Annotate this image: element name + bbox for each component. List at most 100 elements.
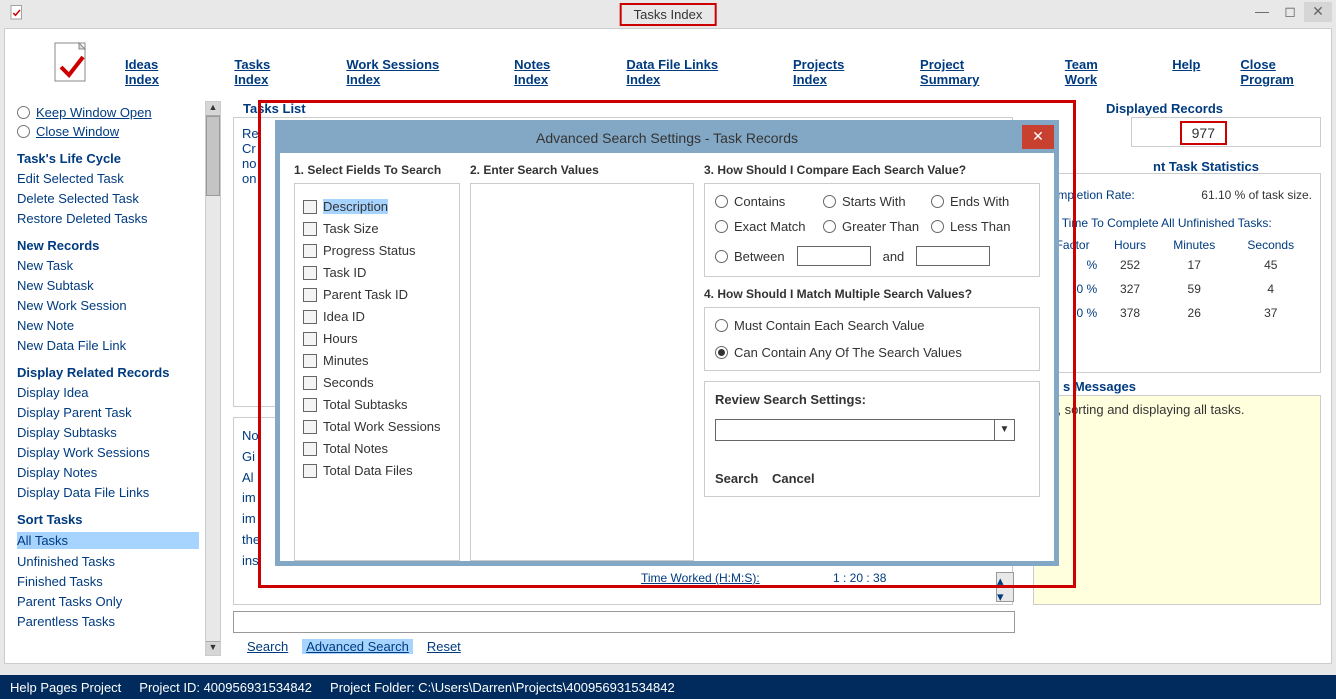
statusbar: Help Pages Project Project ID: 400956931… — [0, 675, 1336, 699]
menu-notes-index[interactable]: Notes Index — [514, 57, 586, 87]
dialog-search-button[interactable]: Search — [715, 471, 758, 486]
delete-selected-task[interactable]: Delete Selected Task — [17, 191, 199, 206]
display-idea[interactable]: Display Idea — [17, 385, 199, 400]
compare-between[interactable] — [715, 250, 728, 263]
status-help[interactable]: Help Pages Project — [10, 680, 121, 695]
scroll-thumb[interactable] — [206, 116, 220, 196]
field-total-subtasks[interactable]: Total Subtasks — [303, 397, 451, 412]
messages-box: ing, sorting and displaying all tasks. — [1033, 395, 1321, 605]
search-link[interactable]: Search — [247, 639, 288, 654]
messages-text: ing, sorting and displaying all tasks. — [1040, 402, 1245, 417]
tasks-list-label: Tasks List — [243, 101, 306, 116]
life-cycle-head: Task's Life Cycle — [17, 151, 199, 166]
field-task-id[interactable]: Task ID — [303, 265, 451, 280]
restore-deleted-tasks[interactable]: Restore Deleted Tasks — [17, 211, 199, 226]
dialog-title: Advanced Search Settings - Task Records — [280, 125, 1054, 153]
search-values-box[interactable] — [470, 183, 694, 561]
window-close-button[interactable]: ✕ — [1304, 2, 1332, 22]
edit-selected-task[interactable]: Edit Selected Task — [17, 171, 199, 186]
keep-window-open-radio[interactable]: Keep Window Open — [17, 105, 199, 120]
between-to-input[interactable] — [916, 246, 990, 266]
maximize-button[interactable]: ◻ — [1276, 2, 1304, 22]
close-window-radio[interactable]: Close Window — [17, 124, 199, 139]
new-records-head: New Records — [17, 238, 199, 253]
stats-table: FactorHoursMinutesSeconds %2521745 0 %32… — [1042, 236, 1312, 326]
left-scrollbar[interactable]: ▲ ▼ — [205, 101, 221, 656]
field-total-notes[interactable]: Total Notes — [303, 441, 451, 456]
menu-project-summary[interactable]: Project Summary — [920, 57, 1025, 87]
match-can-contain[interactable]: Can Contain Any Of The Search Values — [715, 345, 1029, 360]
field-total-work-sessions[interactable]: Total Work Sessions — [303, 419, 451, 434]
sort-all-tasks[interactable]: All Tasks — [17, 532, 199, 549]
advanced-search-dialog: Advanced Search Settings - Task Records … — [275, 120, 1059, 566]
new-subtask[interactable]: New Subtask — [17, 278, 199, 293]
menu-tasks-index[interactable]: Tasks Index — [234, 57, 306, 87]
dialog-close-button[interactable]: ✕ — [1022, 125, 1054, 149]
stats-row: 0 %3782637 — [1044, 302, 1310, 324]
time-worked-value: 1 : 20 : 38 — [833, 571, 886, 585]
display-subtasks[interactable]: Display Subtasks — [17, 425, 199, 440]
field-idea-id[interactable]: Idea ID — [303, 309, 451, 324]
menu-close-program[interactable]: Close Program — [1240, 57, 1331, 87]
sort-parentless-tasks[interactable]: Parentless Tasks — [17, 614, 199, 629]
app-icon — [8, 4, 26, 22]
menu-ideas-index[interactable]: Ideas Index — [125, 57, 194, 87]
new-note[interactable]: New Note — [17, 318, 199, 333]
menu-help[interactable]: Help — [1172, 57, 1200, 87]
compare-less-than[interactable]: Less Than — [931, 219, 1029, 234]
compare-greater-than[interactable]: Greater Than — [823, 219, 921, 234]
dialog-cancel-button[interactable]: Cancel — [772, 471, 815, 486]
estimated-label: ted Time To Complete All Unfinished Task… — [1042, 216, 1312, 230]
menu-work-sessions-index[interactable]: Work Sessions Index — [346, 57, 474, 87]
menu-projects-index[interactable]: Projects Index — [793, 57, 880, 87]
step2-label: 2. Enter Search Values — [470, 163, 694, 177]
display-data-file-links[interactable]: Display Data File Links — [17, 485, 199, 500]
chevron-down-icon[interactable]: ▼ — [994, 420, 1014, 440]
between-from-input[interactable] — [797, 246, 871, 266]
menu-team-work[interactable]: Team Work — [1065, 57, 1132, 87]
display-parent-task[interactable]: Display Parent Task — [17, 405, 199, 420]
compare-ends-with[interactable]: Ends With — [931, 194, 1029, 209]
search-input[interactable] — [233, 611, 1015, 633]
window-title: Tasks Index — [620, 3, 717, 26]
titlebar: Tasks Index — ◻ ✕ — [0, 0, 1336, 28]
field-seconds[interactable]: Seconds — [303, 375, 451, 390]
new-work-session[interactable]: New Work Session — [17, 298, 199, 313]
field-task-size[interactable]: Task Size — [303, 221, 451, 236]
displayed-records-label: Displayed Records — [1106, 101, 1223, 116]
compare-exact-match[interactable]: Exact Match — [715, 219, 813, 234]
stats-box: Completion Rate:61.10 % of task size. te… — [1033, 173, 1321, 373]
field-minutes[interactable]: Minutes — [303, 353, 451, 368]
status-project-folder: Project Folder: C:\Users\Darren\Projects… — [330, 680, 675, 695]
minimize-button[interactable]: — — [1248, 2, 1276, 22]
new-task[interactable]: New Task — [17, 258, 199, 273]
status-project-id: Project ID: 400956931534842 — [139, 680, 312, 695]
compare-contains[interactable]: Contains — [715, 194, 813, 209]
field-parent-task-id[interactable]: Parent Task ID — [303, 287, 451, 302]
reset-link[interactable]: Reset — [427, 639, 461, 654]
advanced-search-link[interactable]: Advanced Search — [302, 639, 413, 654]
field-total-data-files[interactable]: Total Data Files — [303, 463, 451, 478]
sort-finished-tasks[interactable]: Finished Tasks — [17, 574, 199, 589]
review-settings-dropdown[interactable]: ▼ — [715, 419, 1015, 441]
sort-unfinished-tasks[interactable]: Unfinished Tasks — [17, 554, 199, 569]
time-worked-label: Time Worked (H:M:S): — [641, 571, 760, 585]
display-notes[interactable]: Display Notes — [17, 465, 199, 480]
scroll-up-icon[interactable]: ▲ — [206, 102, 220, 116]
field-progress-status[interactable]: Progress Status — [303, 243, 451, 258]
match-must-contain[interactable]: Must Contain Each Search Value — [715, 318, 1029, 333]
review-label: Review Search Settings: — [715, 392, 1029, 407]
compare-starts-with[interactable]: Starts With — [823, 194, 921, 209]
step3-label: 3. How Should I Compare Each Search Valu… — [704, 163, 1040, 177]
main-menu: Ideas Index Tasks Index Work Sessions In… — [125, 57, 1331, 87]
display-work-sessions[interactable]: Display Work Sessions — [17, 445, 199, 460]
field-description[interactable]: Description — [303, 199, 451, 214]
scroll-down-icon[interactable]: ▼ — [206, 641, 220, 655]
sort-tasks-head: Sort Tasks — [17, 512, 199, 527]
field-hours[interactable]: Hours — [303, 331, 451, 346]
displayed-records-value: 977 — [1180, 121, 1227, 145]
menu-data-file-links-index[interactable]: Data File Links Index — [626, 57, 753, 87]
list2-spinner-down[interactable]: ▴▾ — [996, 572, 1014, 602]
new-data-file-link[interactable]: New Data File Link — [17, 338, 199, 353]
sort-parent-tasks-only[interactable]: Parent Tasks Only — [17, 594, 199, 609]
